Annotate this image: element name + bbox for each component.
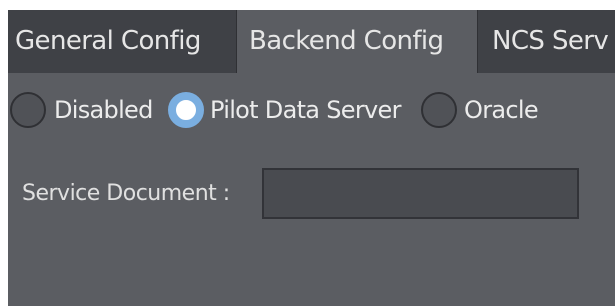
tab-backend-config[interactable]: Backend Config — [237, 10, 477, 73]
radio-oracle-label: Oracle — [464, 96, 539, 124]
tab-general-config[interactable]: General Config — [8, 10, 236, 73]
tab-ncs-server[interactable]: NCS Serv — [478, 10, 615, 73]
radio-checked-icon[interactable] — [168, 92, 204, 128]
radio-unchecked-icon[interactable] — [421, 92, 457, 128]
service-document-input[interactable] — [262, 168, 579, 219]
service-document-label: Service Document : — [22, 181, 230, 206]
radio-disabled-label: Disabled — [54, 96, 153, 124]
radio-unchecked-icon[interactable] — [10, 92, 46, 128]
backend-type-radio-group: Disabled Pilot Data Server Oracle — [8, 90, 615, 134]
tab-bar: General Config Backend Config NCS Serv — [8, 10, 615, 73]
backend-config-panel: General Config Backend Config NCS Serv D… — [8, 10, 615, 306]
radio-pilot-data-server-label: Pilot Data Server — [210, 96, 401, 124]
